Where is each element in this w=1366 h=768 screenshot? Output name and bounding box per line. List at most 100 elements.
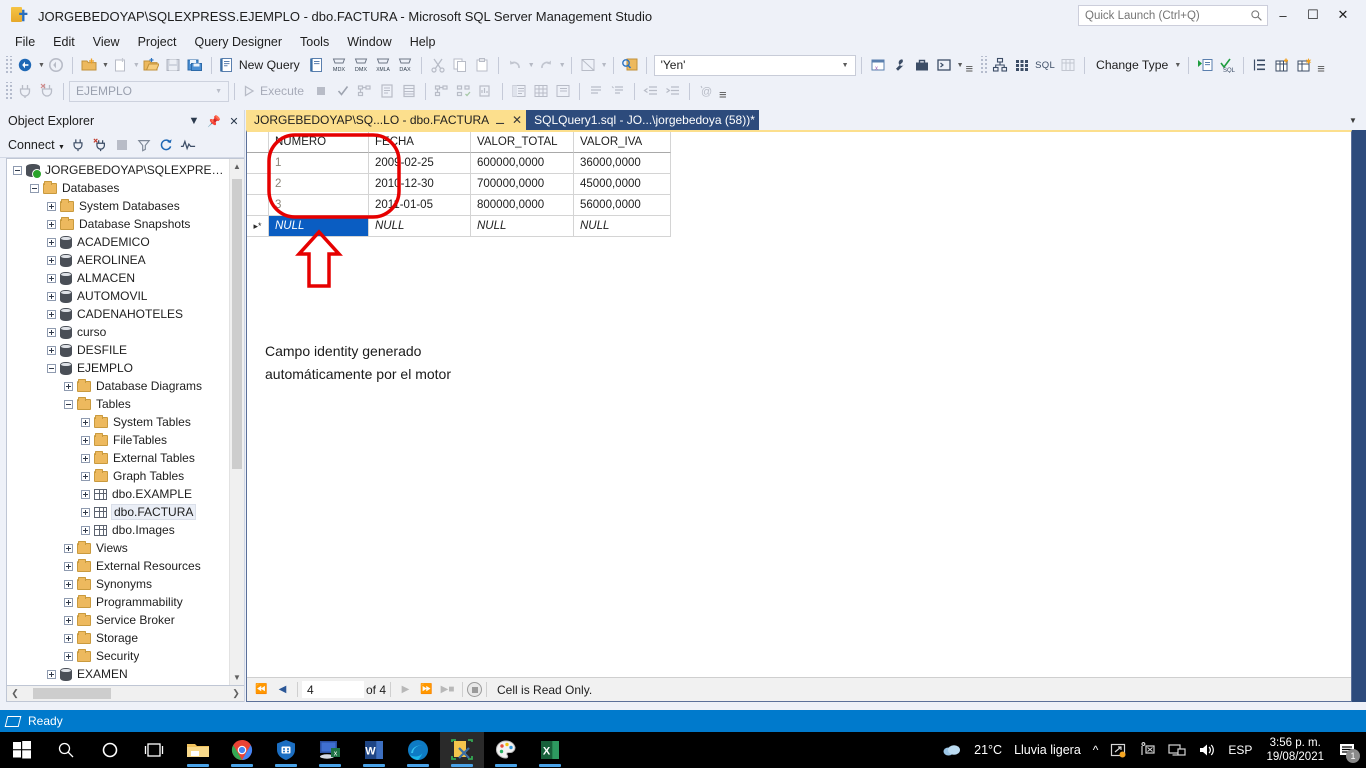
- edge-icon[interactable]: [396, 732, 440, 768]
- toolbar-grip-3[interactable]: [4, 82, 12, 100]
- column-header-numero[interactable]: NUMERO: [269, 132, 369, 153]
- tree-node-programmability[interactable]: Programmability: [7, 593, 229, 611]
- add-table-button[interactable]: [1271, 54, 1293, 76]
- tree-node-curso[interactable]: curso: [7, 323, 229, 341]
- collapse-icon[interactable]: [47, 363, 56, 373]
- open-file-button[interactable]: [140, 54, 162, 76]
- tab-dbo-factura[interactable]: JORGEBEDOYAP\SQ...LO - dbo.FACTURA ⚊ ✕: [246, 110, 527, 130]
- collapse-icon[interactable]: [13, 165, 22, 175]
- tree-node-graph-tables[interactable]: Graph Tables: [7, 467, 229, 485]
- execute-in-excel-button[interactable]: x: [867, 54, 889, 76]
- tree-node-databases[interactable]: Databases: [7, 179, 229, 197]
- search-icon[interactable]: [44, 732, 88, 768]
- save-all-button[interactable]: [184, 54, 206, 76]
- cell-fecha-1[interactable]: 2010-12-30: [369, 174, 471, 195]
- cell-valor_total-0[interactable]: 600000,0000: [471, 153, 574, 174]
- show-hidden-icons-button[interactable]: ^: [1087, 732, 1105, 768]
- filter-icon[interactable]: [133, 135, 155, 155]
- tab-list-dropdown[interactable]: ▼: [1344, 112, 1362, 128]
- connect-object-explorer-button[interactable]: [14, 54, 36, 76]
- table-row[interactable]: 3 2011-01-05 800000,0000 56000,0000: [247, 195, 671, 216]
- expand-icon[interactable]: [47, 201, 56, 211]
- tree-node-ejemplo[interactable]: EJEMPLO: [7, 359, 229, 377]
- toolbar1-overflow-button-2[interactable]: ≡: [1317, 61, 1325, 76]
- row-header[interactable]: [247, 195, 269, 216]
- scroll-left-arrow[interactable]: ❮: [7, 688, 23, 699]
- tree-node-academico[interactable]: ACADEMICO: [7, 233, 229, 251]
- table-row[interactable]: 1 2009-02-25 600000,0000 36000,0000: [247, 153, 671, 174]
- new-row-cell-fecha[interactable]: NULL: [369, 216, 471, 237]
- notification-center-button[interactable]: 1: [1332, 732, 1362, 768]
- menu-item-project[interactable]: Project: [129, 33, 186, 51]
- first-row-button[interactable]: ⏪: [251, 680, 272, 700]
- diagram-pane-button[interactable]: [989, 54, 1011, 76]
- menu-item-window[interactable]: Window: [338, 33, 400, 51]
- new-project-button[interactable]: [78, 54, 100, 76]
- menu-item-edit[interactable]: Edit: [44, 33, 84, 51]
- collapse-icon[interactable]: [30, 183, 39, 193]
- expand-icon[interactable]: [47, 669, 56, 679]
- new-mdx-query-button[interactable]: MDX: [328, 54, 350, 76]
- tree-node-cadenahoteles[interactable]: CADENAHOTELES: [7, 305, 229, 323]
- column-header-valor_total[interactable]: VALOR_TOTAL: [471, 132, 574, 153]
- quick-launch-box[interactable]: [1078, 5, 1268, 26]
- start-button[interactable]: [0, 732, 44, 768]
- disconnect-icon[interactable]: [89, 135, 111, 155]
- tree-node-jorgebedoyap-sqlexpress-s[interactable]: JORGEBEDOYAP\SQLEXPRESS (S: [7, 161, 229, 179]
- tree-node-system-databases[interactable]: System Databases: [7, 197, 229, 215]
- database-combo-caret[interactable]: ▼: [211, 88, 226, 95]
- tree-node-service-broker[interactable]: Service Broker: [7, 611, 229, 629]
- collapse-icon[interactable]: [64, 399, 73, 409]
- cell-numero-2[interactable]: 3: [269, 195, 369, 216]
- tree-node-views[interactable]: Views: [7, 539, 229, 557]
- change-type-caret[interactable]: ▼: [1174, 62, 1181, 69]
- tree-node-external-resources[interactable]: External Resources: [7, 557, 229, 575]
- tree-node-tables[interactable]: Tables: [7, 395, 229, 413]
- scroll-down-arrow[interactable]: ▼: [230, 670, 244, 685]
- cell-fecha-0[interactable]: 2009-02-25: [369, 153, 471, 174]
- column-header-fecha[interactable]: FECHA: [369, 132, 471, 153]
- expand-icon[interactable]: [47, 219, 56, 229]
- results-grid[interactable]: NUMERO FECHA VALOR_TOTAL VALOR_IVA 1 2009-02-…: [247, 132, 671, 237]
- expand-icon[interactable]: [81, 507, 90, 517]
- tree-node-filetables[interactable]: FileTables: [7, 431, 229, 449]
- cell-valor_total-1[interactable]: 700000,0000: [471, 174, 574, 195]
- activity-monitor-icon[interactable]: [177, 135, 199, 155]
- new-dmx-query-button[interactable]: DMX: [350, 54, 372, 76]
- security-icon[interactable]: [264, 732, 308, 768]
- tree-node-database-diagrams[interactable]: Database Diagrams: [7, 377, 229, 395]
- scroll-right-arrow[interactable]: ❯: [228, 688, 244, 699]
- expand-icon[interactable]: [47, 255, 56, 265]
- row-header[interactable]: [247, 153, 269, 174]
- cell-valor_total-2[interactable]: 800000,0000: [471, 195, 574, 216]
- weather-widget[interactable]: 21°C Lluvia ligera: [936, 732, 1087, 768]
- word-icon[interactable]: W: [352, 732, 396, 768]
- cell-valor_iva-1[interactable]: 45000,0000: [574, 174, 671, 195]
- tree-node-dbo-factura[interactable]: dbo.FACTURA: [7, 503, 229, 521]
- expand-icon[interactable]: [64, 633, 73, 643]
- expand-icon[interactable]: [64, 579, 73, 589]
- tree-node-aerolinea[interactable]: AEROLINEA: [7, 251, 229, 269]
- toolbar1-overflow-button[interactable]: ≡: [966, 61, 974, 76]
- menu-item-help[interactable]: Help: [401, 33, 445, 51]
- grid-select-all-corner[interactable]: [247, 132, 269, 153]
- onedrive-icon[interactable]: [1104, 732, 1132, 768]
- expand-icon[interactable]: [47, 327, 56, 337]
- command-prompt-button[interactable]: [933, 54, 955, 76]
- new-row-cell-valor_iva[interactable]: NULL: [574, 216, 671, 237]
- chevron-down-icon[interactable]: ▼: [184, 115, 204, 127]
- pin-icon[interactable]: 📌: [204, 115, 224, 128]
- object-explorer-vscrollbar[interactable]: ▲ ▼: [229, 159, 244, 685]
- expand-icon[interactable]: [81, 453, 90, 463]
- clock[interactable]: 3:56 p. m. 19/08/2021: [1258, 736, 1332, 764]
- menu-item-view[interactable]: View: [84, 33, 129, 51]
- object-explorer-hscrollbar[interactable]: ❮ ❯: [6, 686, 244, 702]
- tree-node-automovil[interactable]: AUTOMOVIL: [7, 287, 229, 305]
- tree-node-external-tables[interactable]: External Tables: [7, 449, 229, 467]
- new-row-cell-valor_total[interactable]: NULL: [471, 216, 574, 237]
- previous-row-button[interactable]: ◀: [272, 680, 293, 700]
- network-icon[interactable]: [1162, 732, 1192, 768]
- paint-icon[interactable]: [484, 732, 528, 768]
- column-header-valor_iva[interactable]: VALOR_IVA: [574, 132, 671, 153]
- vscroll-thumb[interactable]: [232, 179, 242, 469]
